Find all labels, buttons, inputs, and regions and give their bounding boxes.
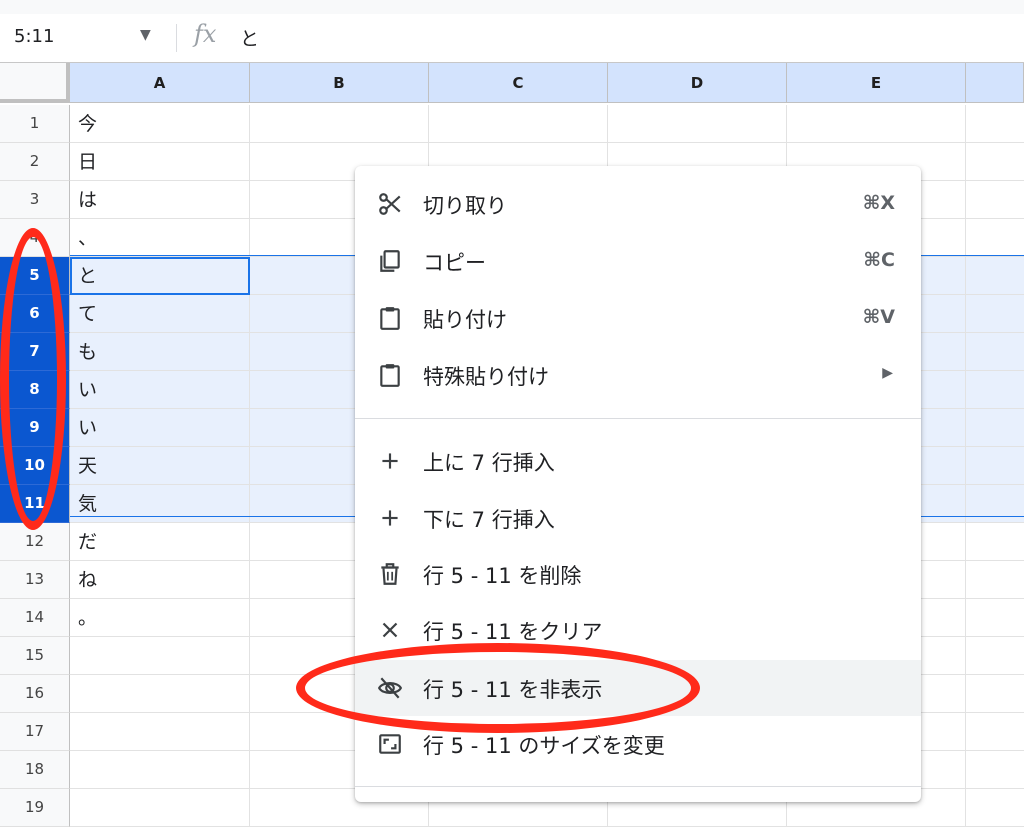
cell-c[interactable] — [429, 105, 608, 143]
cell-a[interactable]: い — [70, 409, 250, 447]
row-header[interactable]: 4 — [0, 219, 70, 257]
menu-item-label: 上に 7 行挿入 — [423, 451, 555, 475]
submenu-arrow-icon: ▶ — [882, 365, 893, 381]
cell-a[interactable] — [70, 713, 250, 751]
menu-item-paste-special[interactable]: 特殊貼り付け ▶ — [355, 347, 921, 403]
row-header[interactable]: 18 — [0, 751, 70, 789]
eye-off-icon — [377, 677, 403, 699]
cell-a[interactable]: も — [70, 333, 250, 371]
cell-a[interactable] — [70, 675, 250, 713]
cell-a[interactable]: 。 — [70, 599, 250, 637]
menu-item-insert-below[interactable]: 下に 7 行挿入 — [355, 490, 921, 546]
column-header-d[interactable]: D — [608, 63, 787, 103]
row-header-selected[interactable]: 5 — [0, 257, 70, 295]
row-header-selected[interactable]: 8 — [0, 371, 70, 409]
menu-item-copy[interactable]: コピー ⌘C — [355, 233, 921, 289]
cell-a[interactable]: て — [70, 295, 250, 333]
menu-item-delete-rows[interactable]: 行 5 - 11 を削除 — [355, 546, 921, 602]
row-header-selected[interactable]: 11 — [0, 485, 70, 523]
row-header[interactable]: 12 — [0, 523, 70, 561]
row-header[interactable]: 16 — [0, 675, 70, 713]
column-header-e[interactable]: E — [787, 63, 966, 103]
row-header[interactable]: 15 — [0, 637, 70, 675]
cell-a[interactable]: だ — [70, 523, 250, 561]
menu-divider — [355, 418, 921, 419]
active-cell-a[interactable]: と — [70, 257, 250, 295]
menu-item-resize-rows[interactable]: 行 5 - 11 のサイズを変更 — [355, 716, 921, 772]
column-header-a[interactable]: A — [70, 63, 250, 103]
column-header-b[interactable]: B — [250, 63, 429, 103]
menu-item-label: 貼り付け — [423, 308, 507, 332]
cell-a[interactable] — [70, 751, 250, 789]
row-header-selected[interactable]: 7 — [0, 333, 70, 371]
row-header-selected[interactable]: 6 — [0, 295, 70, 333]
trash-icon — [381, 563, 399, 585]
cell-d[interactable] — [608, 105, 787, 143]
plus-icon — [382, 510, 398, 526]
menu-item-label: 特殊貼り付け — [423, 365, 549, 389]
menu-item-label: 切り取り — [423, 194, 507, 218]
copy-icon — [380, 250, 400, 272]
shortcut-label: ⌘V — [862, 306, 895, 328]
cell-a[interactable]: 気 — [70, 485, 250, 523]
close-icon — [382, 622, 398, 638]
cell-e[interactable] — [787, 105, 966, 143]
row-header-selected[interactable]: 10 — [0, 447, 70, 485]
name-box[interactable]: 5:11 — [14, 26, 54, 47]
clipboard-icon — [380, 364, 400, 387]
menu-divider — [355, 786, 921, 787]
top-toolbar-strip — [0, 0, 1024, 14]
menu-item-label: 行 5 - 11 のサイズを変更 — [423, 734, 665, 758]
cell-b[interactable] — [250, 105, 429, 143]
cell-a[interactable] — [70, 789, 250, 827]
cell-a[interactable]: い — [70, 371, 250, 409]
formula-divider — [176, 24, 177, 52]
cell-a[interactable]: 日 — [70, 143, 250, 181]
cell-a[interactable]: は — [70, 181, 250, 219]
row-header[interactable]: 3 — [0, 181, 70, 219]
menu-item-label: 下に 7 行挿入 — [423, 508, 555, 532]
plus-icon — [382, 453, 398, 469]
scissors-icon — [379, 193, 401, 215]
shortcut-label: ⌘X — [862, 192, 895, 214]
fx-icon: fx — [194, 20, 217, 48]
row-header-selected[interactable]: 9 — [0, 409, 70, 447]
row-header[interactable]: 13 — [0, 561, 70, 599]
resize-icon — [379, 734, 401, 754]
row-header[interactable]: 17 — [0, 713, 70, 751]
select-all-corner[interactable] — [0, 63, 70, 103]
column-header-f[interactable] — [966, 63, 1024, 103]
menu-item-clear-rows[interactable]: 行 5 - 11 をクリア — [355, 602, 921, 658]
cell-a[interactable]: 今 — [70, 105, 250, 143]
menu-item-label: 行 5 - 11 をクリア — [423, 620, 603, 644]
cell-a[interactable]: 天 — [70, 447, 250, 485]
menu-item-label: 行 5 - 11 を削除 — [423, 564, 582, 588]
menu-item-insert-above[interactable]: 上に 7 行挿入 — [355, 433, 921, 489]
row-header[interactable]: 1 — [0, 105, 70, 143]
shortcut-label: ⌘C — [863, 249, 895, 271]
formula-bar: 5:11 ▼ fx と — [0, 14, 1024, 63]
menu-item-cut[interactable]: 切り取り ⌘X — [355, 176, 921, 232]
cell-a[interactable]: ね — [70, 561, 250, 599]
table-row: 今 — [70, 105, 1024, 143]
menu-item-hide-rows[interactable]: 行 5 - 11 を非表示 — [355, 660, 921, 716]
column-header-c[interactable]: C — [429, 63, 608, 103]
name-box-dropdown-icon[interactable]: ▼ — [140, 27, 151, 43]
clipboard-icon — [380, 307, 400, 330]
formula-input[interactable]: と — [240, 24, 259, 51]
row-header[interactable]: 14 — [0, 599, 70, 637]
row-header[interactable]: 2 — [0, 143, 70, 181]
menu-item-label: コピー — [423, 251, 486, 275]
row-header[interactable]: 19 — [0, 789, 70, 827]
cell-a[interactable]: 、 — [70, 219, 250, 257]
cell-a[interactable] — [70, 637, 250, 675]
menu-item-label: 行 5 - 11 を非表示 — [423, 678, 603, 702]
menu-item-paste[interactable]: 貼り付け ⌘V — [355, 290, 921, 346]
context-menu: 切り取り ⌘X コピー ⌘C 貼り付け ⌘V 特殊貼り付け ▶ 上に 7 行挿入 — [355, 166, 921, 802]
